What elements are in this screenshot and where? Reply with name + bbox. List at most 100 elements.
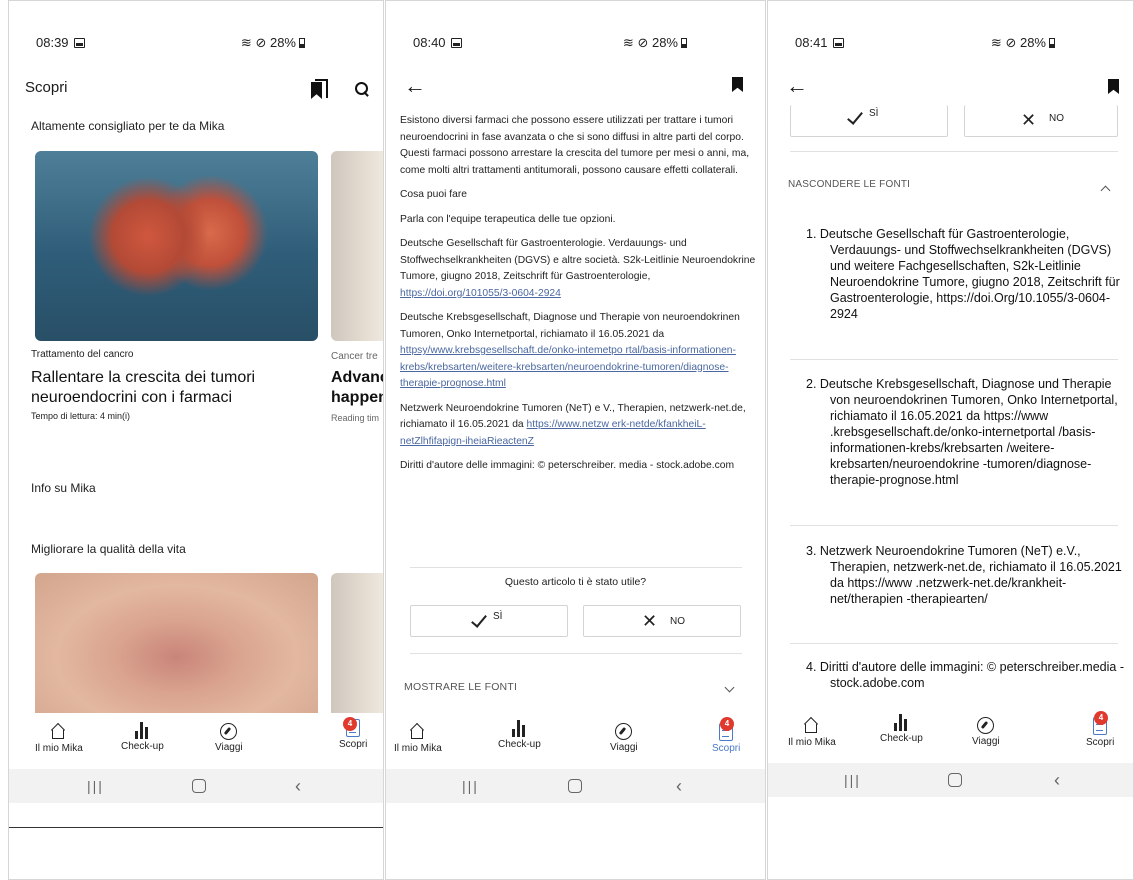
source-item-3: 3. Netzwerk Neuroendokrine Tumoren (NeT)… xyxy=(806,544,1122,606)
show-sources-toggle[interactable]: MOSTRARE LE FONTI xyxy=(404,681,517,693)
status-time: 08:40 xyxy=(413,35,446,50)
bookmark-icon[interactable] xyxy=(732,77,743,92)
status-bar: 08:41 ≋ ⊘ 28% xyxy=(768,33,1133,55)
no-button[interactable]: ✕ NO xyxy=(964,105,1118,137)
gallery-icon xyxy=(73,38,85,48)
reference-2: Deutsche Krebsgesellschaft, Diagnose und… xyxy=(400,312,740,389)
back-button[interactable]: ‹ xyxy=(1054,770,1060,791)
article-image-peek[interactable] xyxy=(331,151,383,341)
x-icon: ✕ xyxy=(1021,110,1037,130)
bar-chart-icon xyxy=(133,721,151,739)
article-paragraph: Parla con l'equipe terapeutica delle tue… xyxy=(400,213,616,225)
bar-chart-icon xyxy=(892,713,910,731)
gallery-icon xyxy=(832,38,844,48)
divider xyxy=(790,359,1118,360)
hide-sources-toggle[interactable]: NASCONDERE LE FONTI xyxy=(788,179,910,190)
status-bar: 08:40 ≋ ⊘ 28% xyxy=(386,33,765,55)
battery-icon xyxy=(1049,38,1055,48)
status-bar: 08:39 ≋ ⊘ 28% xyxy=(9,33,383,55)
section-title-info: Info su Mika xyxy=(31,481,96,495)
recent-apps-button[interactable]: ||| xyxy=(87,778,104,794)
bottom-navigation: Il mio Mika Check-up Viaggi Scopri 4 xyxy=(768,707,1133,763)
bookmarks-icon[interactable] xyxy=(311,79,328,99)
source-item-2: 2. Deutsche Krebsgesellschaft, Diagnose … xyxy=(806,377,1118,487)
nav-checkup[interactable]: Check-up xyxy=(880,713,923,744)
top-bar: ← xyxy=(386,73,765,103)
article-reading-time: Tempo di lettura: 4 min(i) xyxy=(31,411,131,421)
reference-link-1[interactable]: https://doi.org/101055/3-0604-2924 xyxy=(400,288,561,299)
nav-travel[interactable]: Viaggi xyxy=(972,717,1000,747)
nav-travel[interactable]: Viaggi xyxy=(610,723,638,753)
yes-button[interactable]: SÌ xyxy=(790,105,948,137)
recent-apps-button[interactable]: ||| xyxy=(462,778,479,794)
divider xyxy=(790,525,1118,526)
system-navigation-bar: ||| ‹ xyxy=(386,769,765,803)
divider xyxy=(790,151,1118,152)
check-icon xyxy=(471,611,487,628)
chevron-up-icon[interactable] xyxy=(1100,185,1111,196)
system-navigation-bar: ||| ‹ xyxy=(9,769,383,803)
nav-checkup[interactable]: Check-up xyxy=(121,721,164,752)
status-time: 08:39 xyxy=(36,35,69,50)
notification-badge: 4 xyxy=(343,717,357,731)
article-category: Trattamento del cancro xyxy=(31,349,134,360)
notification-badge: 4 xyxy=(1094,711,1108,725)
peek-article-title-line1[interactable]: Advanc xyxy=(331,368,383,388)
no-button[interactable]: ✕ NO xyxy=(583,605,741,637)
wifi-icon: ≋ xyxy=(240,35,252,50)
dnd-icon: ⊘ xyxy=(1005,35,1017,50)
top-bar: Scopri xyxy=(9,73,383,103)
battery-level: 28% xyxy=(1019,35,1046,50)
home-button[interactable] xyxy=(948,773,962,787)
recent-apps-button[interactable]: ||| xyxy=(844,772,861,788)
screen-article-sources: 08:41 ≋ ⊘ 28% ← SÌ ✕ NO NASCONDERE LE FO… xyxy=(767,0,1134,880)
system-navigation-bar: ||| ‹ xyxy=(768,763,1133,797)
bookmark-icon[interactable] xyxy=(1108,79,1119,94)
reference-link-2[interactable]: httpsy/www.krebsgesellschaft.de/onko-int… xyxy=(400,345,736,389)
home-button[interactable] xyxy=(568,779,582,793)
peek-article-category: Cancer tre xyxy=(331,351,378,362)
article-image-lips[interactable] xyxy=(35,573,318,713)
screen-discover: 08:39 ≋ ⊘ 28% Scopri Altamente consiglia… xyxy=(8,0,384,880)
article-paragraph: Esistono diversi farmaci che possono ess… xyxy=(400,115,750,176)
divider xyxy=(790,643,1118,644)
chevron-down-icon[interactable] xyxy=(724,682,735,693)
home-button[interactable] xyxy=(192,779,206,793)
dnd-icon: ⊘ xyxy=(637,35,649,50)
section-title-quality: Migliorare la qualità della vita xyxy=(31,542,186,556)
check-icon xyxy=(847,108,863,125)
nav-checkup[interactable]: Check-up xyxy=(498,719,541,750)
article-subheading: Cosa puoi fare xyxy=(400,189,467,200)
dnd-icon: ⊘ xyxy=(255,35,267,50)
bar-chart-icon xyxy=(510,719,528,737)
peek-article-title-line2[interactable]: happen xyxy=(331,388,383,408)
home-icon xyxy=(50,723,68,741)
back-arrow-icon[interactable]: ← xyxy=(786,75,808,97)
yes-button[interactable]: SÌ xyxy=(410,605,568,637)
nav-home[interactable]: Il mio Mika xyxy=(394,723,442,754)
battery-icon xyxy=(299,38,305,48)
x-icon: ✕ xyxy=(642,611,658,631)
nav-home[interactable]: Il mio Mika xyxy=(35,723,83,754)
reference-3: Netzwerk Neuroendokrine Tumoren (NeT) e … xyxy=(400,402,746,447)
wifi-icon: ≋ xyxy=(622,35,634,50)
article-image-tumor[interactable] xyxy=(35,151,318,341)
back-arrow-icon[interactable]: ← xyxy=(404,75,426,97)
nav-travel[interactable]: Viaggi xyxy=(215,723,243,753)
peek-article-reading-time: Reading tim xyxy=(331,413,380,423)
bottom-navigation: Il mio Mika Check-up Viaggi Scopri 4 xyxy=(386,713,765,769)
back-button[interactable]: ‹ xyxy=(676,776,682,797)
screen-article: 08:40 ≋ ⊘ 28% ← Esistono diversi farmaci… xyxy=(385,0,766,880)
nav-home[interactable]: Il mio Mika xyxy=(788,717,836,748)
back-button[interactable]: ‹ xyxy=(295,776,301,797)
section-title-recommended: Altamente consigliato per te da Mika xyxy=(31,119,225,133)
screen-bottom-edge xyxy=(9,827,383,828)
wifi-icon: ≋ xyxy=(990,35,1002,50)
article-image-peek-2[interactable] xyxy=(331,573,383,713)
article-title[interactable]: Rallentare la crescita dei tumori neuroe… xyxy=(31,368,321,408)
reference-1: Deutsche Gesellschaft für Gastroenterolo… xyxy=(400,238,756,299)
source-item-1: 1. Deutsche Gesellschaft für Gastroenter… xyxy=(806,227,1120,321)
divider xyxy=(410,653,742,654)
bottom-navigation: Il mio Mika Check-up Viaggi Scopri 4 xyxy=(9,713,383,769)
search-icon[interactable] xyxy=(355,82,369,96)
